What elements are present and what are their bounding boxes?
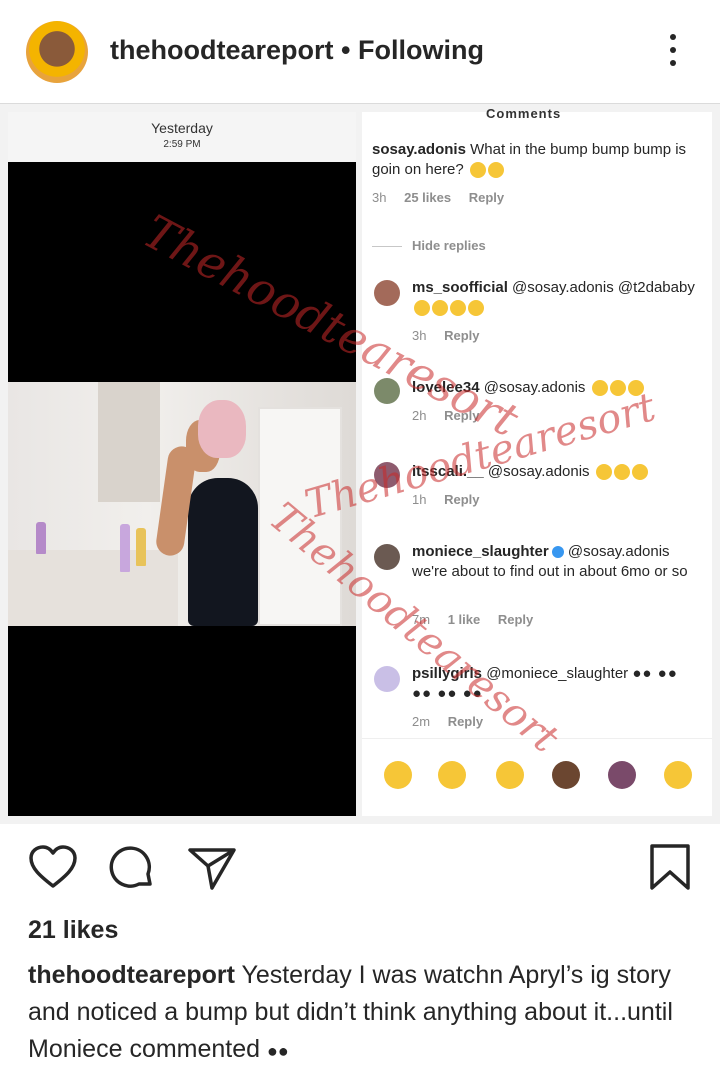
comment-meta: 3h 25 likes Reply: [372, 190, 504, 205]
thinking-emoji-icon: [469, 162, 486, 179]
door: [258, 407, 342, 626]
reply-link: Reply: [497, 612, 534, 627]
reply-link: Reply: [468, 190, 505, 205]
joy-emoji-icon: [595, 464, 612, 481]
reply-text: ms_soofficial @sosay.adonis @t2dababy: [412, 278, 702, 318]
action-bar: [0, 830, 720, 910]
woman-figure: [154, 400, 270, 626]
share-icon[interactable]: [186, 844, 238, 892]
avatar: [374, 280, 400, 306]
avatar[interactable]: [26, 21, 88, 83]
rofl-emoji-icon: [591, 380, 608, 397]
comment-user: sosay.adonis: [372, 141, 466, 158]
caption-username[interactable]: thehoodteareport: [28, 961, 235, 989]
clap-emoji-icon: [552, 761, 580, 789]
bathroom-photo: [8, 382, 356, 626]
reply-user: itsscali.__: [412, 463, 484, 480]
joy-emoji-icon: [487, 162, 504, 179]
sob-emoji-icon: [664, 761, 692, 789]
reply-user: lovelee34: [412, 379, 480, 396]
joy-emoji-icon: [468, 300, 484, 317]
comment-icon[interactable]: [106, 844, 156, 894]
more-options-icon[interactable]: [666, 34, 680, 70]
reply-body: @moniece_slaughter: [486, 665, 629, 682]
post-header: thehoodteareport • Following: [0, 0, 720, 104]
separator-dot: •: [333, 35, 358, 65]
reply-user: ms_soofficial: [412, 279, 508, 296]
reply-age: 2h: [412, 408, 427, 423]
heart-eyes-emoji-icon: [496, 761, 524, 789]
avatar: [374, 378, 400, 404]
reply-age: 1h: [412, 492, 427, 507]
counter: [8, 550, 178, 626]
joy-emoji-icon: [613, 464, 630, 481]
hide-replies: Hide replies: [372, 238, 486, 253]
verified-badge-icon: [551, 546, 564, 559]
joy-emoji-icon: [631, 464, 648, 481]
reply-user: psillygirls: [412, 665, 483, 682]
story-day: Yesterday: [151, 120, 213, 136]
avatar: [374, 462, 400, 488]
reply-meta: 2m Reply: [412, 714, 483, 729]
avatar: [374, 544, 400, 570]
bottle: [36, 522, 46, 554]
reply-meta: 3h Reply: [412, 328, 480, 343]
reply-meta: 2h Reply: [412, 408, 480, 423]
emoji-reaction-bar: [362, 738, 712, 809]
reply-meta: 7m 1 like Reply: [412, 612, 533, 627]
reply-link: Reply: [444, 492, 480, 507]
reply-age: 7m: [412, 612, 431, 627]
reply-user: moniece_slaughter: [412, 543, 549, 560]
bottle: [120, 524, 130, 572]
rofl-emoji-icon: [384, 761, 412, 789]
reply-text: psillygirls @moniece_slaughter ●● ●● ●● …: [412, 664, 702, 704]
joy-emoji-icon: [414, 300, 430, 317]
reply-body: @sosay.adonis: [487, 463, 590, 480]
weary-emoji-icon: [438, 761, 466, 789]
avatar: [374, 666, 400, 692]
reply-text: moniece_slaughter @sosay.adonis we're ab…: [412, 542, 702, 582]
reply-age: 2m: [412, 714, 431, 729]
reply-body: @sosay.adonis: [483, 379, 586, 396]
joy-emoji-icon: [432, 300, 448, 317]
heart-icon[interactable]: [28, 844, 78, 890]
reply-likes: 1 like: [447, 612, 481, 627]
comment-likes: 25 likes: [404, 190, 452, 205]
username-link[interactable]: thehoodteareport: [110, 35, 334, 65]
eyes-emoji-icon: ●●: [267, 1041, 289, 1061]
comment-age: 3h: [372, 190, 387, 205]
header-title: thehoodteareport • Following: [110, 35, 484, 66]
reply-text: itsscali.__ @sosay.adonis: [412, 462, 702, 482]
reply-link: Reply: [444, 328, 480, 343]
comment-text: sosay.adonis What in the bump bump bump …: [372, 140, 692, 180]
joy-emoji-icon: [450, 300, 466, 317]
post-image[interactable]: Yesterday 2:59 PM Comments sosay.adonis …: [0, 104, 720, 824]
reply-body: @sosay.adonis @t2dababy: [512, 279, 695, 296]
rofl-emoji-icon: [627, 380, 644, 397]
post-caption: thehoodteareport Yesterday I was watchn …: [28, 957, 698, 1070]
reply-link: Reply: [444, 408, 480, 423]
story-time: 2:59 PM: [163, 139, 201, 150]
reply-age: 3h: [412, 328, 427, 343]
reply-meta: 1h Reply: [412, 492, 480, 507]
reply-text: lovelee34 @sosay.adonis: [412, 378, 702, 398]
bookmark-icon[interactable]: [648, 842, 692, 892]
story-timestamp: Yesterday 2:59 PM: [8, 112, 356, 162]
rofl-emoji-icon: [609, 380, 626, 397]
likes-count[interactable]: 21 likes: [28, 916, 118, 945]
comments-screenshot: Comments sosay.adonis What in the bump b…: [362, 106, 712, 816]
following-button[interactable]: Following: [358, 35, 484, 65]
bottle: [136, 528, 146, 566]
mirror: [98, 382, 160, 502]
story-screenshot: Yesterday 2:59 PM: [8, 112, 356, 816]
woman-facepalm-emoji-icon: [608, 761, 636, 789]
reply-link: Reply: [447, 714, 484, 729]
comments-title: Comments: [486, 106, 562, 121]
